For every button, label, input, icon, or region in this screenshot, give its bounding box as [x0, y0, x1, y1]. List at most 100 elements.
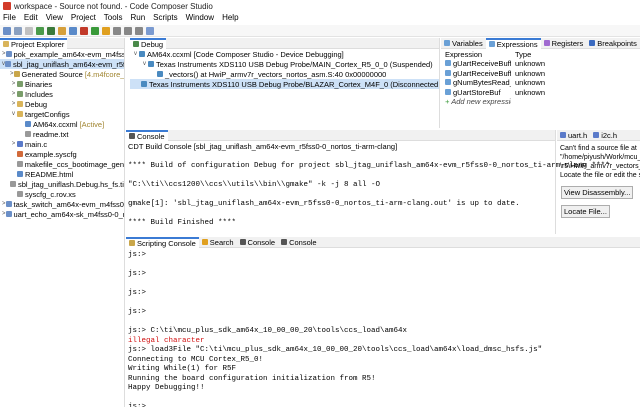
- tree-item[interactable]: > main.c: [0, 139, 124, 149]
- tree-item[interactable]: README.html: [0, 169, 124, 179]
- tab-console[interactable]: Console: [126, 129, 168, 141]
- tab-breakpoints[interactable]: Breakpoints: [586, 38, 640, 49]
- menu-run[interactable]: Run: [130, 13, 145, 24]
- tree-item-label: readme.txt: [33, 129, 69, 139]
- debug-icon[interactable]: [47, 26, 55, 35]
- chevron-right-icon[interactable]: >: [2, 201, 6, 207]
- step-over-icon[interactable]: [124, 26, 132, 35]
- tree-item[interactable]: > Generated Source[4.m4fcore_im: [0, 69, 124, 79]
- step-return-icon[interactable]: [135, 26, 143, 35]
- menu-file[interactable]: File: [3, 13, 16, 24]
- item-icon: [17, 101, 23, 107]
- new-icon[interactable]: [3, 26, 11, 35]
- tree-item[interactable]: readme.txt: [0, 129, 124, 139]
- chevron-right-icon[interactable]: >: [10, 71, 14, 77]
- debug-tree: v AM64x.ccxml [Code Composer Studio - Dev…: [130, 49, 439, 89]
- chevron-right-icon[interactable]: >: [2, 51, 6, 57]
- connect-icon[interactable]: [69, 26, 77, 35]
- column-type[interactable]: Type: [511, 50, 571, 59]
- tree-item[interactable]: example.syscfg: [0, 149, 124, 159]
- tab-registers[interactable]: Registers: [541, 38, 587, 49]
- tree-item[interactable]: _vectors() at HwiP_armv7r_vectors_nortos…: [130, 69, 439, 79]
- expression-row[interactable]: gNumBytesRead_cnt unknown: [441, 78, 640, 88]
- node-icon: [148, 61, 154, 67]
- menu-window[interactable]: Window: [186, 13, 214, 24]
- chevron-right-icon[interactable]: >: [10, 101, 17, 107]
- script-line: js:> C:\ti\mcu_plus_sdk_am64x_10_00_00_2…: [128, 327, 408, 335]
- expression-icon: [445, 88, 451, 95]
- chevron-right-icon[interactable]: >: [10, 91, 17, 97]
- tree-item[interactable]: > Debug: [0, 99, 124, 109]
- expressions-icon: [488, 41, 495, 47]
- tree-item[interactable]: v targetConfigs: [0, 109, 124, 119]
- tree-item[interactable]: AM64x.ccxml [Active]: [0, 119, 124, 129]
- tree-item[interactable]: vsbl_jtag_uniflash_am64x-evm_r5fss0: [0, 59, 124, 69]
- tree-item[interactable]: v AM64x.ccxml [Code Composer Studio - Dev…: [130, 49, 439, 59]
- chevron-down-icon[interactable]: v: [141, 61, 148, 67]
- chevron-down-icon[interactable]: v: [10, 111, 17, 117]
- item-icon: [5, 61, 11, 67]
- expression-row[interactable]: gUartReceiveBufferBackup unknown: [441, 69, 640, 79]
- terminate-icon[interactable]: [80, 26, 88, 35]
- tab-debug[interactable]: Debug: [130, 37, 167, 49]
- menu-edit[interactable]: Edit: [24, 13, 38, 24]
- tab-uart-h[interactable]: uart.h: [557, 130, 590, 141]
- tree-item-label: README.html: [25, 169, 74, 179]
- resume-icon[interactable]: [91, 26, 99, 35]
- menu-tools[interactable]: Tools: [104, 13, 123, 24]
- save-icon[interactable]: [14, 26, 22, 35]
- source-not-found-message: Can't find a source file at "/home/piyus…: [560, 145, 640, 179]
- locate-file-button[interactable]: Locate File...: [561, 205, 610, 218]
- menu-help[interactable]: Help: [222, 13, 238, 24]
- console-output[interactable]: **** Build of configuration Debug for pr…: [126, 152, 610, 228]
- tree-item[interactable]: > pok_example_am64x-evm_m4fss0-0_n: [0, 49, 124, 59]
- search-icon[interactable]: [146, 26, 154, 35]
- menu-project[interactable]: Project: [71, 13, 96, 24]
- expression-row[interactable]: gUartStoreBuf unknown: [441, 88, 640, 98]
- tree-item-label: AM64x.ccxml [Code Composer Studio - Devi…: [147, 49, 344, 59]
- column-expression[interactable]: Expression: [441, 50, 511, 59]
- script-line: Writing While(1) for R5F: [128, 365, 237, 373]
- tree-item[interactable]: syscfg_c.rov.xs: [0, 189, 124, 199]
- menu-scripts[interactable]: Scripts: [153, 13, 177, 24]
- tree-item[interactable]: > Includes: [0, 89, 124, 99]
- tab-variables[interactable]: Variables: [441, 38, 486, 49]
- tab-expressions[interactable]: Expressions: [485, 37, 541, 49]
- console-line: "C:\\ti\\ccs1200\\ccs\\utils\\bin\\gmake…: [128, 180, 381, 189]
- step-into-icon[interactable]: [113, 26, 121, 35]
- debug-panel: Debug v AM64x.ccxml [Code Composer Studio…: [130, 37, 440, 128]
- tree-item[interactable]: sbl_jtag_uniflash.Debug.hs_fs.tiimag: [0, 179, 124, 189]
- expression-row[interactable]: gUartReceiveBuffer unknown: [441, 59, 640, 69]
- save-all-icon[interactable]: [25, 26, 33, 35]
- expression-name: gNumBytesRead_cnt: [453, 78, 511, 88]
- tree-item[interactable]: > task_switch_am64x-evm_m4fss0-0_free: [0, 199, 124, 209]
- flash-icon[interactable]: [58, 26, 66, 35]
- chevron-right-icon[interactable]: >: [10, 81, 17, 87]
- item-icon: [17, 171, 23, 177]
- scripting-console-panel: Scripting Console Search Console Console…: [126, 236, 640, 407]
- build-icon[interactable]: [36, 26, 44, 35]
- tab-i2c-h[interactable]: i2c.h: [590, 130, 620, 141]
- tab-project-explorer[interactable]: Project Explorer: [0, 38, 68, 49]
- scripting-output[interactable]: js:> js:> js:> js:> js:> C:\ti\mcu_plus_sdk_…: [126, 248, 640, 407]
- tab-console-3[interactable]: Console: [278, 237, 320, 248]
- tab-scripting-console[interactable]: Scripting Console: [126, 236, 199, 248]
- suspend-icon[interactable]: [102, 26, 110, 35]
- chevron-right-icon[interactable]: >: [2, 211, 6, 217]
- tree-item[interactable]: v Texas Instruments XDS110 USB Debug Prob…: [130, 59, 439, 69]
- menu-view[interactable]: View: [46, 13, 63, 24]
- view-disassembly-button[interactable]: View Disassembly...: [561, 186, 634, 199]
- tree-item[interactable]: > uart_echo_am64x-sk_m4fss0-0_nortos: [0, 209, 124, 219]
- tree-item[interactable]: makefile_ccs_bootimage_gen: [0, 159, 124, 169]
- console-panel: Console CDT Build Console [sbl_jtag_unif…: [126, 129, 610, 234]
- tab-console-2[interactable]: Console: [237, 237, 279, 248]
- chevron-down-icon[interactable]: v: [132, 51, 139, 57]
- item-icon: [17, 151, 23, 157]
- tab-search[interactable]: Search: [199, 237, 237, 248]
- tree-item[interactable]: > Binaries: [0, 79, 124, 89]
- chevron-right-icon[interactable]: >: [10, 141, 17, 147]
- add-expression-row[interactable]: + Add new expression: [441, 97, 640, 107]
- search-icon: [201, 239, 208, 245]
- tree-item[interactable]: Texas Instruments XDS110 USB Debug Probe…: [130, 79, 439, 89]
